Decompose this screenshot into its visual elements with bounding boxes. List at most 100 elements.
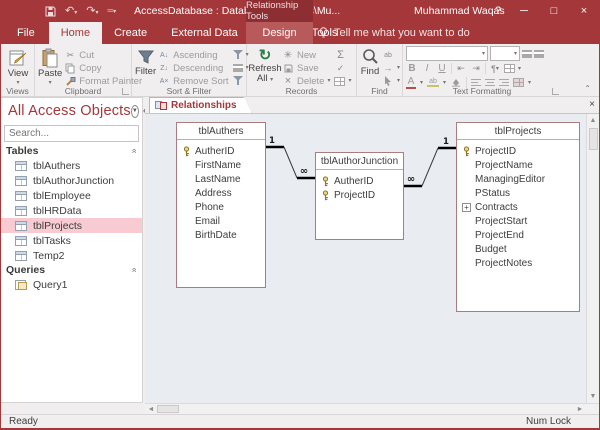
field-row[interactable]: +Contracts (457, 200, 579, 214)
group-views: View ▾ Views (1, 44, 35, 96)
filter-button[interactable]: Filter (135, 46, 156, 77)
new-record-button[interactable]: ✳ New (282, 49, 330, 61)
field-name: AutherID (334, 176, 373, 187)
bold-button[interactable]: B (406, 63, 418, 74)
tab-create[interactable]: Create (102, 22, 159, 44)
field-row[interactable]: LastName (177, 172, 265, 186)
collapse-group-icon: » (128, 148, 138, 153)
maximize-button[interactable]: □ (539, 0, 569, 22)
save-icon[interactable] (45, 6, 56, 17)
ascending-button[interactable]: A↓ Ascending (158, 49, 228, 61)
nav-item-tblprojects[interactable]: tblProjects (1, 218, 142, 233)
gridlines-icon[interactable] (504, 64, 515, 73)
field-row[interactable]: ProjectID (316, 188, 403, 202)
field-row[interactable]: PStatus (457, 186, 579, 200)
text-direction-icon[interactable]: ¶▾ (489, 63, 501, 74)
nav-item-tbltasks[interactable]: tblTasks (1, 233, 142, 248)
replace-icon: ab (382, 50, 394, 61)
nav-item-tblauthers[interactable]: tblAuthers (1, 158, 142, 173)
nav-menu-dropdown-icon[interactable]: ▼ (131, 105, 139, 118)
bullets-icon[interactable] (522, 50, 532, 58)
scroll-left-icon[interactable]: ◄ (145, 404, 157, 414)
field-row[interactable]: BirthDate (177, 228, 265, 242)
field-row[interactable]: ProjectEnd (457, 228, 579, 242)
field-row[interactable]: FirstName (177, 158, 265, 172)
more-caret-icon: ▾ (348, 78, 351, 84)
nav-group-queries[interactable]: Queries » (1, 263, 142, 277)
field-row[interactable]: Budget (457, 242, 579, 256)
search-input[interactable] (5, 128, 145, 139)
scroll-up-icon[interactable]: ▲ (587, 114, 600, 127)
close-button[interactable]: × (569, 0, 599, 22)
refresh-all-button[interactable]: ↻ RefreshAll ▾ (250, 46, 280, 84)
field-name: ProjectName (475, 160, 533, 171)
field-row[interactable]: ProjectName (457, 158, 579, 172)
tab-file[interactable]: File (3, 22, 49, 44)
scrollbar-corner (586, 404, 599, 414)
nav-item-tblhrdata[interactable]: tblHRData (1, 203, 142, 218)
cut-button[interactable]: ✂ Cut (64, 49, 142, 61)
horizontal-scrollbar-thumb[interactable] (157, 405, 179, 413)
font-name-combo[interactable]: ▾ (406, 46, 488, 61)
new-label: New (297, 50, 316, 61)
table-box-tblauthorjunction[interactable]: tblAuthorJunction AutherID ProjectID (315, 152, 404, 240)
horizontal-scrollbar[interactable]: ◄ ► (145, 403, 599, 414)
field-row[interactable]: ManagingEditor (457, 172, 579, 186)
replace-button[interactable]: ab (382, 49, 400, 61)
italic-button[interactable]: I (421, 63, 433, 74)
customize-qat-icon[interactable]: ═▾ (107, 7, 116, 15)
table-box-tblauthers[interactable]: tblAuthers AutherID FirstName LastName A… (176, 122, 266, 288)
nav-item-temp2[interactable]: Temp2 (1, 248, 142, 263)
scroll-down-icon[interactable]: ▼ (587, 390, 600, 403)
field-row[interactable]: Email (177, 214, 265, 228)
minimize-button[interactable]: ─ (509, 0, 539, 22)
find-button[interactable]: Find (360, 46, 380, 77)
text-formatting-dialog-launcher-icon[interactable] (552, 88, 559, 95)
numbering-icon[interactable] (534, 50, 544, 58)
field-row[interactable]: Phone (177, 200, 265, 214)
increase-indent-icon[interactable]: ⇥ (470, 63, 482, 74)
close-document-icon[interactable]: × (589, 99, 595, 110)
tab-home[interactable]: Home (49, 22, 102, 44)
totals-button[interactable]: Σ (334, 49, 351, 61)
titlebar: ↶▾ ↷▾ ═▾ AccessDatabase : Database- C:\U… (1, 0, 599, 22)
collapse-ribbon-icon[interactable]: ⌃ (584, 84, 591, 93)
nav-item-tblemployee[interactable]: tblEmployee (1, 188, 142, 203)
nav-group-tables[interactable]: Tables » (1, 144, 142, 158)
help-button[interactable]: ? (495, 0, 501, 22)
view-icon (8, 48, 28, 68)
decrease-indent-icon[interactable]: ⇤ (455, 63, 467, 74)
field-row[interactable]: ProjectStart (457, 214, 579, 228)
spelling-button[interactable]: ✓ (334, 62, 351, 74)
goto-button[interactable]: →▾ (382, 62, 400, 74)
relationships-canvas[interactable]: 1 ∞ ∞ 1 tblAuthers AutherID (145, 114, 586, 403)
field-row[interactable]: AutherID (316, 174, 403, 188)
field-row[interactable]: AutherID (177, 144, 265, 158)
vertical-scrollbar[interactable]: ▲ ▼ (586, 114, 599, 403)
copy-button[interactable]: Copy (64, 62, 142, 74)
user-name[interactable]: Muhammad Waqas (414, 0, 505, 22)
field-row[interactable]: ProjectNotes (457, 256, 579, 270)
save-record-button[interactable]: Save (282, 62, 330, 74)
expand-icon[interactable]: + (461, 203, 472, 212)
view-button[interactable]: View ▾ (4, 46, 32, 86)
underline-button[interactable]: U (436, 63, 448, 74)
clipboard-dialog-launcher-icon[interactable] (122, 88, 129, 95)
tab-external-data[interactable]: External Data (159, 22, 250, 44)
paste-button[interactable]: Paste ▾ (38, 46, 62, 86)
field-row[interactable]: ProjectID (457, 144, 579, 158)
descending-button[interactable]: Z↓ Descending (158, 62, 228, 74)
status-num-lock: Num Lock (526, 416, 599, 427)
tab-relationships[interactable]: Relationships (149, 97, 252, 113)
table-box-tblprojects[interactable]: tblProjects ProjectID ProjectName Managi… (456, 122, 580, 312)
nav-item-tblauthorjunction[interactable]: tblAuthorJunction (1, 173, 142, 188)
field-row[interactable]: Address (177, 186, 265, 200)
tell-me-box[interactable]: Tell me what you want to do (319, 22, 470, 44)
vertical-scrollbar-thumb[interactable] (589, 128, 598, 150)
font-size-combo[interactable]: ▾ (490, 46, 520, 61)
redo-icon[interactable]: ↷▾ (86, 6, 98, 17)
tab-design[interactable]: Design (246, 22, 313, 44)
nav-item-query1[interactable]: Query1 (1, 277, 142, 292)
undo-icon[interactable]: ↶▾ (65, 6, 77, 17)
scroll-right-icon[interactable]: ► (574, 404, 586, 414)
